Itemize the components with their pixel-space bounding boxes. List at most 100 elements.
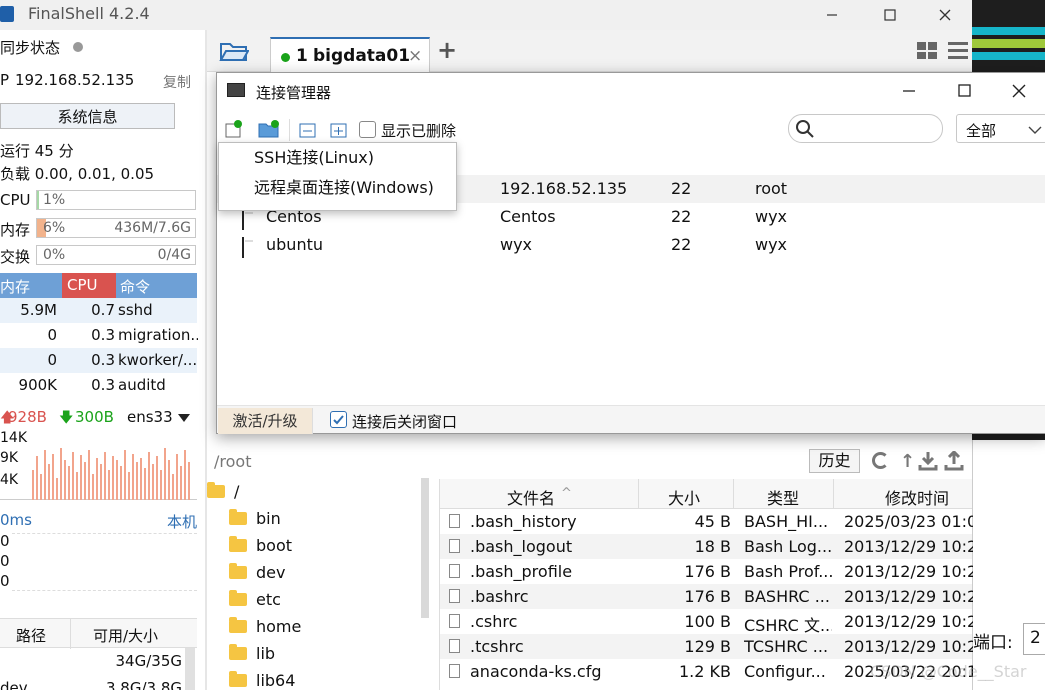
close-after-connect-checkbox[interactable] xyxy=(330,411,347,428)
new-connection-button[interactable] xyxy=(224,119,244,139)
table-row[interactable]: dev 3.8G/3.8G xyxy=(0,675,197,690)
file-browser: /root 历史 ↑ / bin boot dev etc home lib l… xyxy=(207,440,973,690)
tab-bigdata01[interactable]: 1 bigdata01 × xyxy=(270,37,430,72)
proc-mem: 900K xyxy=(18,376,57,394)
sysinfo-button[interactable]: 系统信息 xyxy=(0,103,175,129)
current-path[interactable]: /root xyxy=(214,452,251,471)
app-title: FinalShell 4.2.4 xyxy=(28,4,150,23)
file-size: 1.2 KB xyxy=(679,662,731,681)
tree-root[interactable]: / xyxy=(207,478,432,505)
table-row[interactable]: 0 0.3 migration.. xyxy=(0,323,198,348)
col-header-mtime[interactable]: 修改时间 xyxy=(885,485,949,509)
cpu-label: CPU xyxy=(0,191,31,209)
dialog-maximize-button[interactable] xyxy=(955,81,979,101)
folder-icon xyxy=(229,509,247,525)
proc-cpu: 0.7 xyxy=(91,301,115,319)
table-row[interactable]: .bash_logout 18 B Bash Log... 2013/12/29 10… xyxy=(440,534,973,559)
show-deleted-checkbox[interactable] xyxy=(359,121,376,138)
table-row[interactable]: ubuntu wyx 22 wyx xyxy=(217,231,1045,259)
activate-button[interactable]: 激活/升级 xyxy=(218,408,313,434)
table-row[interactable]: 5.9M 0.7 sshd xyxy=(0,298,197,323)
table-row[interactable]: .bash_history 45 B BASH_HI... 2025/03/23 01… xyxy=(440,509,973,534)
disk-table-header: 路径 可用/大小 xyxy=(0,618,197,649)
tree-item-lib64[interactable]: lib64 xyxy=(207,667,432,690)
expand-all-button[interactable] xyxy=(330,121,348,139)
new-folder-icon xyxy=(258,120,279,138)
tree-item-dev[interactable]: dev xyxy=(207,559,432,586)
history-button[interactable]: 历史 xyxy=(809,449,860,473)
table-row[interactable]: .bashrc 176 B BASHRC ... 2013/12/29 10:26 xyxy=(440,584,973,609)
add-tab-button[interactable]: + xyxy=(437,36,457,64)
file-size: 18 B xyxy=(694,537,731,556)
tree-item-boot[interactable]: boot xyxy=(207,532,432,559)
disk-size: 34G/35G xyxy=(115,652,182,670)
download-icon[interactable] xyxy=(918,451,938,471)
table-row[interactable]: 34G/35G xyxy=(0,648,197,675)
file-size: 45 B xyxy=(694,512,731,531)
menu-item-ssh[interactable]: SSH连接(Linux) xyxy=(219,143,456,173)
tree-item-home[interactable]: home xyxy=(207,613,432,640)
table-row[interactable]: 900K 0.3 auditd xyxy=(0,373,197,398)
refresh-icon[interactable] xyxy=(872,452,889,469)
col-header-size[interactable]: 大小 xyxy=(668,485,700,509)
up-directory-icon[interactable]: ↑ xyxy=(900,451,915,472)
file-name: .bashrc xyxy=(470,587,529,606)
chevron-down-icon[interactable] xyxy=(178,414,190,422)
tree-item-etc[interactable]: etc xyxy=(207,586,432,613)
file-icon xyxy=(449,514,460,528)
col-header-name[interactable]: 文件名 xyxy=(507,485,555,509)
grid-view-icon[interactable] xyxy=(917,42,937,59)
open-folder-button[interactable] xyxy=(219,39,251,63)
swap-label: 交换 xyxy=(0,248,31,266)
table-row[interactable]: 0 0.3 kworker/... xyxy=(0,348,197,373)
maximize-button[interactable] xyxy=(870,0,910,30)
proc-header-cpu[interactable]: CPU xyxy=(67,276,98,294)
file-name: anaconda-ks.cfg xyxy=(470,662,602,681)
menu-icon[interactable] xyxy=(948,42,968,59)
folder-open-icon xyxy=(219,43,250,61)
menu-item-rdp[interactable]: 远程桌面连接(Windows) xyxy=(219,173,456,203)
dialog-minimize-button[interactable] xyxy=(899,81,923,101)
net-interface[interactable]: ens33 xyxy=(127,408,173,426)
checkmark-icon xyxy=(333,415,344,425)
toolbar-separator xyxy=(289,119,290,141)
port-input[interactable]: 2 xyxy=(1023,623,1045,655)
proc-header-cmd[interactable]: 命令 xyxy=(120,276,150,297)
tab-close-icon[interactable]: × xyxy=(408,46,422,66)
sparkline-bar xyxy=(136,462,138,500)
filter-select[interactable]: 全部 xyxy=(956,114,1045,143)
ip-prefix: P xyxy=(0,71,10,89)
tree-label: etc xyxy=(256,590,281,609)
file-icon xyxy=(449,664,460,678)
ping-target[interactable]: 本机 xyxy=(167,511,197,532)
dialog-close-button[interactable] xyxy=(1009,81,1033,101)
disk-header-size[interactable]: 可用/大小 xyxy=(93,625,158,646)
proc-cpu: 0.3 xyxy=(91,326,115,344)
proc-header-mem[interactable]: 内存 xyxy=(0,276,30,297)
copy-ip-link[interactable]: 复制 xyxy=(163,72,191,92)
table-row[interactable]: .bash_profile 176 B Bash Prof... 2013/12/29… xyxy=(440,559,973,584)
tree-scrollbar[interactable] xyxy=(421,478,429,618)
table-row[interactable]: .cshrc 100 B CSHRC 文... 2013/12/29 10:26 xyxy=(440,609,973,635)
new-folder-button[interactable] xyxy=(258,119,280,139)
tree-item-bin[interactable]: bin xyxy=(207,505,432,532)
minimize-icon xyxy=(903,90,915,92)
disk-header-path[interactable]: 路径 xyxy=(16,625,46,646)
sparkline-bar xyxy=(60,448,62,500)
col-header-type[interactable]: 类型 xyxy=(767,485,799,509)
sparkline-bar xyxy=(44,450,46,500)
tree-item-lib[interactable]: lib xyxy=(207,640,432,667)
title-bar: FinalShell 4.2.4 xyxy=(0,0,972,30)
minimize-button[interactable] xyxy=(812,0,852,30)
sparkline-bar xyxy=(172,474,174,500)
uptime-text: 运行 45 分 xyxy=(0,142,74,160)
file-type: TCSHRC ... xyxy=(744,637,829,656)
sparkline-bar xyxy=(100,464,102,500)
search-input[interactable] xyxy=(788,114,943,143)
close-button[interactable] xyxy=(925,0,965,30)
disk-scrollbar[interactable] xyxy=(185,648,195,690)
collapse-all-button[interactable] xyxy=(299,121,317,139)
upload-icon[interactable] xyxy=(944,449,964,471)
table-row[interactable]: .tcshrc 129 B TCSHRC ... 2013/12/29 10:26 xyxy=(440,634,973,659)
conn-host: Centos xyxy=(500,207,556,226)
